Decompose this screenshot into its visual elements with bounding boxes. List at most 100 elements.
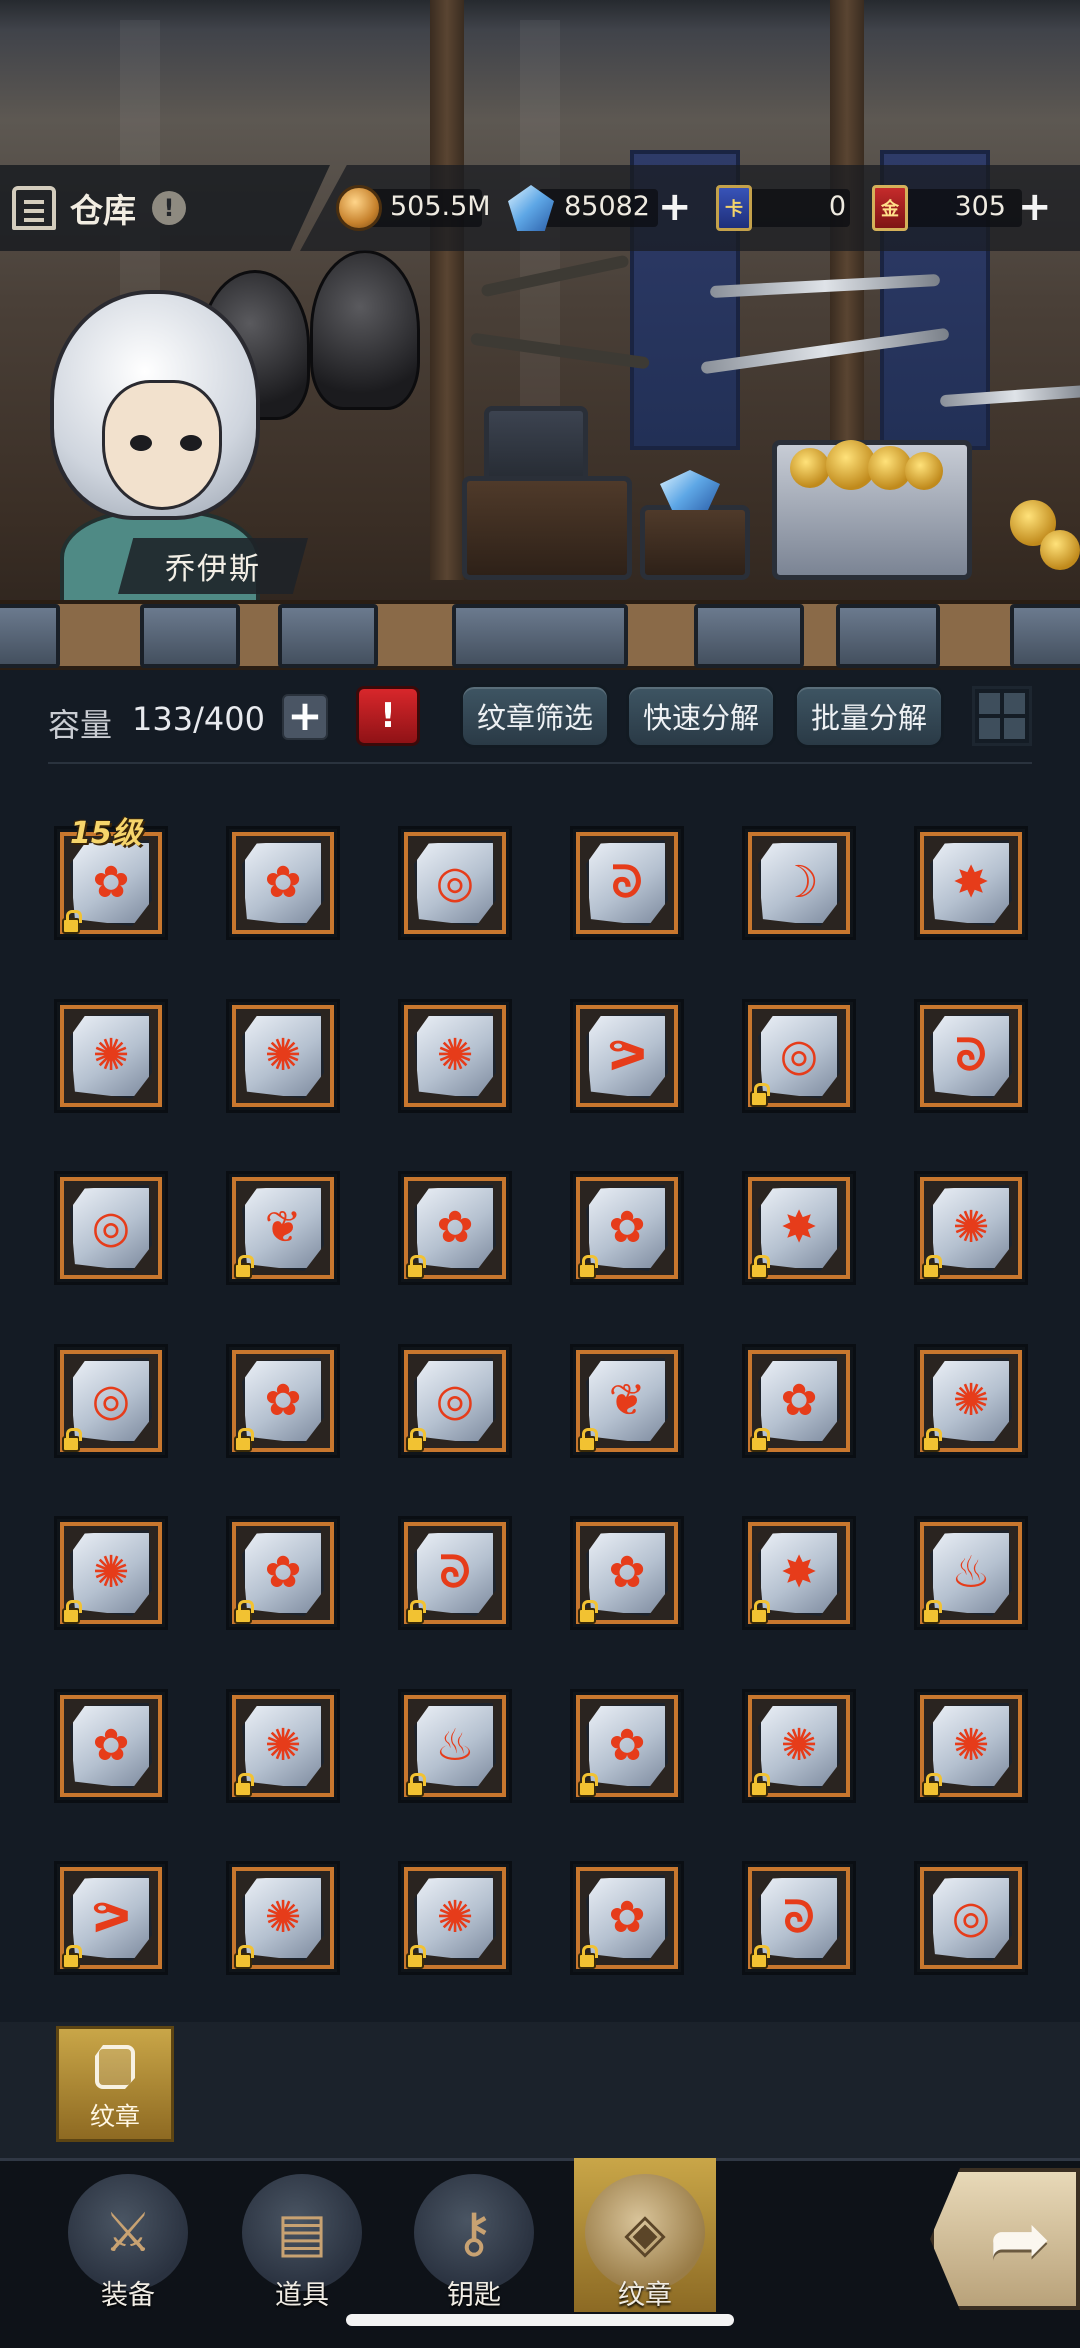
emblem-stone-icon: ✿ <box>70 840 152 926</box>
emblem-slot[interactable]: ✺ <box>398 1861 512 1975</box>
forward-button[interactable]: ➦ <box>930 2168 1080 2310</box>
emblem-glyph: ᘐ <box>611 857 643 908</box>
expand-capacity-button[interactable]: + <box>282 694 328 740</box>
emblem-glyph: ✸ <box>780 1547 818 1598</box>
emblem-slot[interactable]: ✺ <box>54 1516 168 1630</box>
emblem-stone-icon: ✺ <box>930 1702 1012 1789</box>
emblem-slot[interactable]: ᘐ <box>398 1516 512 1630</box>
emblem-glyph: ✸ <box>780 1202 818 1253</box>
emblem-stone-icon: ✺ <box>930 1185 1012 1271</box>
emblem-slot[interactable]: ✺ <box>226 1861 340 1975</box>
emblem-glyph: ᘐ <box>783 1892 815 1943</box>
lock-icon <box>62 1427 82 1452</box>
helmet-decoration <box>310 250 420 410</box>
nav-items[interactable]: ▤ 道具 <box>232 2162 372 2312</box>
emblem-category-tab[interactable]: 纹章 <box>56 2026 174 2142</box>
emblem-slot[interactable]: ✿ <box>226 1343 340 1458</box>
lock-icon <box>750 1945 770 1969</box>
emblem-slot[interactable]: ✸ <box>742 1171 856 1285</box>
emblem-slot[interactable]: ✺ <box>398 998 512 1113</box>
emblem-stone-icon: ✺ <box>242 1012 324 1099</box>
emblem-slot[interactable]: ◎ <box>742 998 856 1113</box>
emblem-stone-icon: ✿ <box>70 1702 152 1789</box>
emblem-slot[interactable]: ᕗ <box>54 1861 168 1975</box>
grid-view-icon[interactable] <box>972 686 1032 746</box>
emblem-slot[interactable]: ✺ <box>914 1343 1028 1458</box>
home-indicator[interactable] <box>346 2314 734 2326</box>
nav-equipment[interactable]: ⚔ 装备 <box>58 2162 198 2312</box>
emblem-slot[interactable]: ✺ <box>226 998 340 1113</box>
emblem-slot[interactable]: ᘐ <box>914 998 1028 1113</box>
emblem-slot[interactable]: ♨ <box>398 1688 512 1803</box>
emblem-slot[interactable]: ◎ <box>54 1343 168 1458</box>
emblem-glyph: ◎ <box>951 1892 991 1943</box>
lock-icon <box>578 1600 598 1624</box>
emblem-glyph: ✺ <box>264 1719 302 1771</box>
gem-value: 85082 <box>564 191 650 222</box>
emblem-glyph: ◎ <box>91 1202 131 1253</box>
emblem-slot[interactable]: ✿ <box>226 826 340 940</box>
emblem-glyph: ✿ <box>608 1547 646 1598</box>
emblem-slot[interactable]: ✿ <box>570 1688 684 1803</box>
quick-decompose-button[interactable]: 快速分解 <box>626 684 776 748</box>
forward-arrow-icon: ➦ <box>988 2196 1051 2282</box>
emblem-stone-icon: ᘐ <box>930 1012 1012 1099</box>
emblem-stone-icon: ❦ <box>586 1357 668 1444</box>
emblem-slot[interactable]: ✿ <box>398 1171 512 1285</box>
emblem-stone-icon: ◎ <box>70 1185 152 1271</box>
emblem-slot[interactable]: ✿ <box>570 1171 684 1285</box>
emblem-slot[interactable]: ◎ <box>398 826 512 940</box>
emblem-slot[interactable]: ᘐ <box>742 1861 856 1975</box>
emblem-slot[interactable]: ◎ <box>914 1861 1028 1975</box>
emblem-slot[interactable]: ❦ <box>570 1343 684 1458</box>
info-icon[interactable]: ! <box>152 191 186 225</box>
emblem-slot[interactable]: ✺ <box>914 1171 1028 1285</box>
emblem-glyph: ◎ <box>435 1374 475 1426</box>
emblem-slot[interactable]: ◎ <box>398 1343 512 1458</box>
nav-emblems[interactable]: ◈ 纹章 <box>575 2162 715 2312</box>
emblem-glyph: ❦ <box>608 1374 646 1426</box>
batch-decompose-button[interactable]: 批量分解 <box>794 684 944 748</box>
emblem-slot[interactable]: ✺ <box>914 1688 1028 1803</box>
emblem-glyph: ✺ <box>264 1892 302 1943</box>
red-card-value: 305 <box>954 191 1006 222</box>
chest-decoration <box>484 406 588 486</box>
emblem-slot[interactable]: ✸ <box>742 1516 856 1630</box>
level-badge: 15级 <box>70 816 142 851</box>
emblem-slot[interactable]: ✿ <box>742 1343 856 1458</box>
emblem-slot[interactable]: ✸ <box>914 826 1028 940</box>
lock-icon <box>406 1255 426 1279</box>
lock-icon <box>406 1600 426 1624</box>
red-card-add-button[interactable]: + <box>1018 187 1052 227</box>
bow-decoration <box>470 332 650 370</box>
gem-add-button[interactable]: + <box>658 187 692 227</box>
emblem-slot[interactable]: ✿ <box>570 1516 684 1630</box>
emblem-slot[interactable]: ☽ <box>742 826 856 940</box>
emblem-stone-icon: ✺ <box>758 1702 840 1789</box>
emblem-slot[interactable]: ✺ <box>54 998 168 1113</box>
emblem-glyph: ✿ <box>436 1202 474 1253</box>
emblem-slot[interactable]: ✿ <box>54 1688 168 1803</box>
emblem-slot[interactable]: ◎ <box>54 1171 168 1285</box>
emblem-glyph: ✿ <box>264 1374 302 1426</box>
emblem-slot[interactable]: ✿ <box>226 1516 340 1630</box>
emblem-slot[interactable]: ♨ <box>914 1516 1028 1630</box>
emblem-stone-icon: ✿ <box>242 1530 324 1616</box>
emblem-filter-button[interactable]: 纹章筛选 <box>460 684 610 748</box>
top-hud: 仓库 ! 505.5M 85082 + 卡 0 金 305 + <box>0 165 1080 251</box>
alert-bag-icon[interactable]: ! <box>356 686 420 746</box>
emblem-slot[interactable]: ❦ <box>226 1171 340 1285</box>
nav-keys[interactable]: ⚷ 钥匙 <box>404 2162 544 2312</box>
emblem-glyph: ✺ <box>436 1892 474 1943</box>
warehouse-header: 仓库 ! <box>0 165 330 251</box>
emblem-stone-icon: ᘐ <box>414 1530 496 1616</box>
emblem-slot[interactable]: ✺ <box>742 1688 856 1803</box>
emblem-slot[interactable]: ✺ <box>226 1688 340 1803</box>
emblem-slot[interactable]: ✿ <box>570 1861 684 1975</box>
emblem-slot[interactable]: ᘐ <box>570 826 684 940</box>
items-chest-icon: ▤ <box>276 2201 328 2264</box>
currency-coin: 505.5M <box>336 183 491 233</box>
emblem-slot[interactable]: ᕗ <box>570 998 684 1113</box>
emblem-stone-icon: ✺ <box>414 1012 496 1099</box>
lock-icon <box>578 1945 598 1969</box>
